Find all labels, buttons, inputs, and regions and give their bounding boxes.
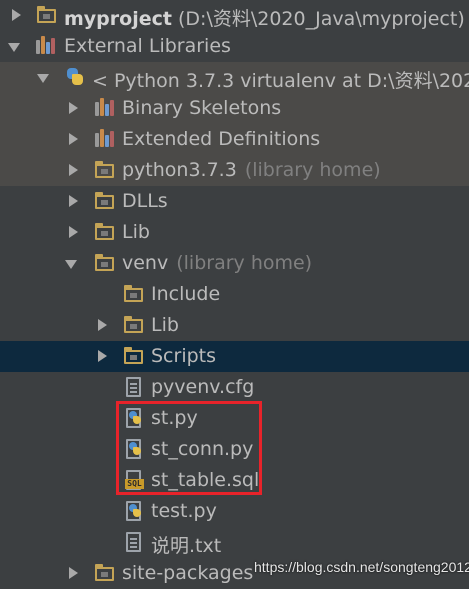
chevron-right-icon[interactable]: [66, 163, 80, 177]
file-icon: [123, 376, 145, 398]
folder-icon: [94, 190, 116, 212]
folder-icon: [94, 221, 116, 243]
venv-label: venv (library home): [122, 252, 312, 274]
tree-row-binary-skeletons[interactable]: Binary Skeletons: [0, 93, 469, 124]
chevron-right-icon[interactable]: [95, 349, 109, 363]
library-icon: [94, 128, 116, 150]
readme-label: 说明.txt: [151, 535, 222, 557]
tree-row-pyvenv[interactable]: pyvenv.cfg: [0, 372, 469, 403]
project-label: myproject (D:\资料\2020_Java\myproject): [64, 4, 465, 31]
folder-icon: [94, 562, 116, 584]
pyvenv-label: pyvenv.cfg: [151, 376, 255, 398]
project-name: myproject: [64, 8, 172, 30]
highlight-box: [116, 401, 262, 495]
chevron-right-icon[interactable]: [66, 194, 80, 208]
tree-row-venv[interactable]: venv (library home): [0, 248, 469, 279]
chevron-down-icon[interactable]: [64, 257, 78, 271]
tree-row-lib[interactable]: Lib: [0, 217, 469, 248]
python-file-icon: [123, 500, 145, 522]
text-file-icon: [123, 531, 145, 553]
chevron-right-icon[interactable]: [95, 318, 109, 332]
tree-row-python373[interactable]: python3.7.3 (library home): [0, 155, 469, 186]
chevron-down-icon[interactable]: [36, 71, 50, 85]
site-packages-label: site-packages: [122, 562, 254, 584]
library-icon: [35, 35, 57, 57]
folder-icon: [94, 252, 116, 274]
tree-row-python-sdk[interactable]: < Python 3.7.3 virtualenv at D:\资料\202: [0, 62, 469, 93]
folder-icon: [94, 159, 116, 181]
watermark: https://blog.csdn.net/songteng2012: [254, 559, 469, 575]
tree-row-scripts[interactable]: Scripts: [0, 341, 469, 372]
chevron-right-icon[interactable]: [9, 8, 23, 22]
scripts-label: Scripts: [151, 345, 217, 367]
project-tree: myproject (D:\资料\2020_Java\myproject) Ex…: [0, 0, 469, 588]
tree-row-external-libraries[interactable]: External Libraries: [0, 31, 469, 62]
python-icon: [64, 66, 86, 88]
chevron-right-icon[interactable]: [66, 101, 80, 115]
python-sdk-label: < Python 3.7.3 virtualenv at D:\资料\202: [92, 70, 469, 92]
tree-row-test-py[interactable]: test.py: [0, 496, 469, 527]
test-py-label: test.py: [151, 500, 217, 522]
chevron-down-icon[interactable]: [7, 40, 21, 54]
python373-name: python3.7.3: [122, 159, 237, 181]
venv-lib-label: Lib: [151, 314, 179, 336]
folder-icon: [36, 4, 58, 26]
chevron-right-icon[interactable]: [66, 132, 80, 146]
project-path: (D:\资料\2020_Java\myproject): [178, 8, 465, 30]
include-label: Include: [151, 283, 221, 305]
tree-row-dlls[interactable]: DLLs: [0, 186, 469, 217]
library-icon: [94, 97, 116, 119]
binary-skeletons-label: Binary Skeletons: [122, 97, 282, 119]
chevron-right-icon[interactable]: [66, 566, 80, 580]
lib-label: Lib: [122, 221, 150, 243]
folder-icon: [123, 314, 145, 336]
chevron-right-icon[interactable]: [66, 225, 80, 239]
python373-hint: (library home): [244, 159, 381, 181]
tree-row-extended-definitions[interactable]: Extended Definitions: [0, 124, 469, 155]
extended-definitions-label: Extended Definitions: [122, 128, 321, 150]
tree-row-include[interactable]: Include: [0, 279, 469, 310]
venv-name: venv: [122, 252, 169, 274]
venv-hint: (library home): [176, 252, 313, 274]
dlls-label: DLLs: [122, 190, 168, 212]
folder-icon: [123, 283, 145, 305]
folder-icon: [123, 345, 145, 367]
tree-row-venv-lib[interactable]: Lib: [0, 310, 469, 341]
tree-row-readme[interactable]: 说明.txt: [0, 527, 469, 558]
python373-label: python3.7.3 (library home): [122, 159, 381, 181]
external-libraries-label: External Libraries: [64, 35, 231, 57]
tree-row-project[interactable]: myproject (D:\资料\2020_Java\myproject): [0, 0, 469, 31]
